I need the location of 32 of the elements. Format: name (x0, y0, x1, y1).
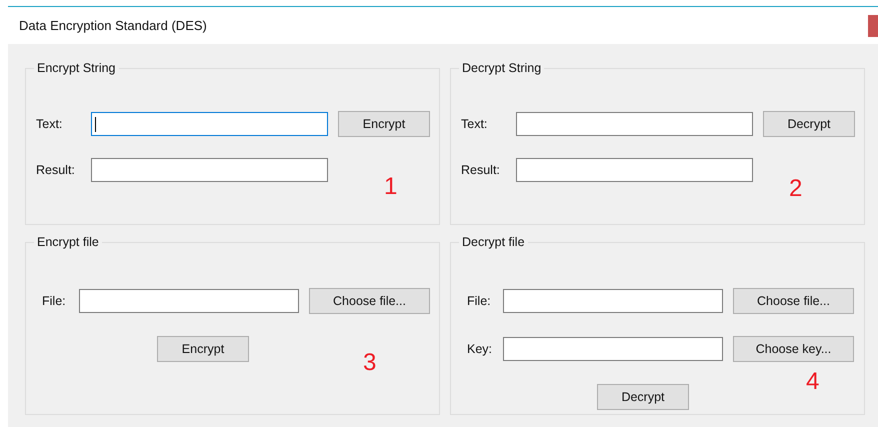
field-label: Text: (461, 117, 488, 131)
number-annotation: 4 (806, 369, 820, 395)
field-label: Text: (36, 117, 64, 131)
group-title: Decrypt file (459, 235, 528, 250)
field-label: Result: (461, 163, 501, 177)
number-annotation: 1 (384, 174, 398, 200)
action-button[interactable]: Encrypt (338, 111, 430, 137)
window-title: Data Encryption Standard (DES) (19, 18, 207, 33)
group-title: Decrypt String (459, 61, 544, 76)
field-label: Key: (467, 342, 494, 356)
action-button[interactable]: Encrypt (157, 336, 249, 362)
text-field[interactable] (503, 289, 723, 313)
group-title: Encrypt file (34, 235, 102, 250)
text-field[interactable] (516, 112, 753, 136)
number-annotation: 2 (789, 176, 802, 202)
action-button[interactable]: Decrypt (763, 111, 855, 137)
field-label: Result: (36, 163, 76, 177)
text-field[interactable] (79, 289, 299, 313)
field-label: File: (42, 294, 67, 308)
action-button[interactable]: Decrypt (597, 384, 689, 410)
group-title: Encrypt String (34, 61, 119, 76)
text-field[interactable] (503, 337, 723, 361)
field-label: File: (467, 294, 492, 308)
text-caret (95, 116, 96, 132)
action-button[interactable]: Choose file... (733, 288, 854, 314)
number-annotation: 3 (363, 350, 376, 376)
text-field[interactable] (91, 158, 328, 182)
text-field[interactable] (516, 158, 753, 182)
action-button[interactable]: Choose file... (309, 288, 430, 314)
action-button[interactable]: Choose key... (733, 336, 854, 362)
text-field[interactable] (91, 112, 328, 136)
close-button[interactable] (868, 14, 878, 36)
